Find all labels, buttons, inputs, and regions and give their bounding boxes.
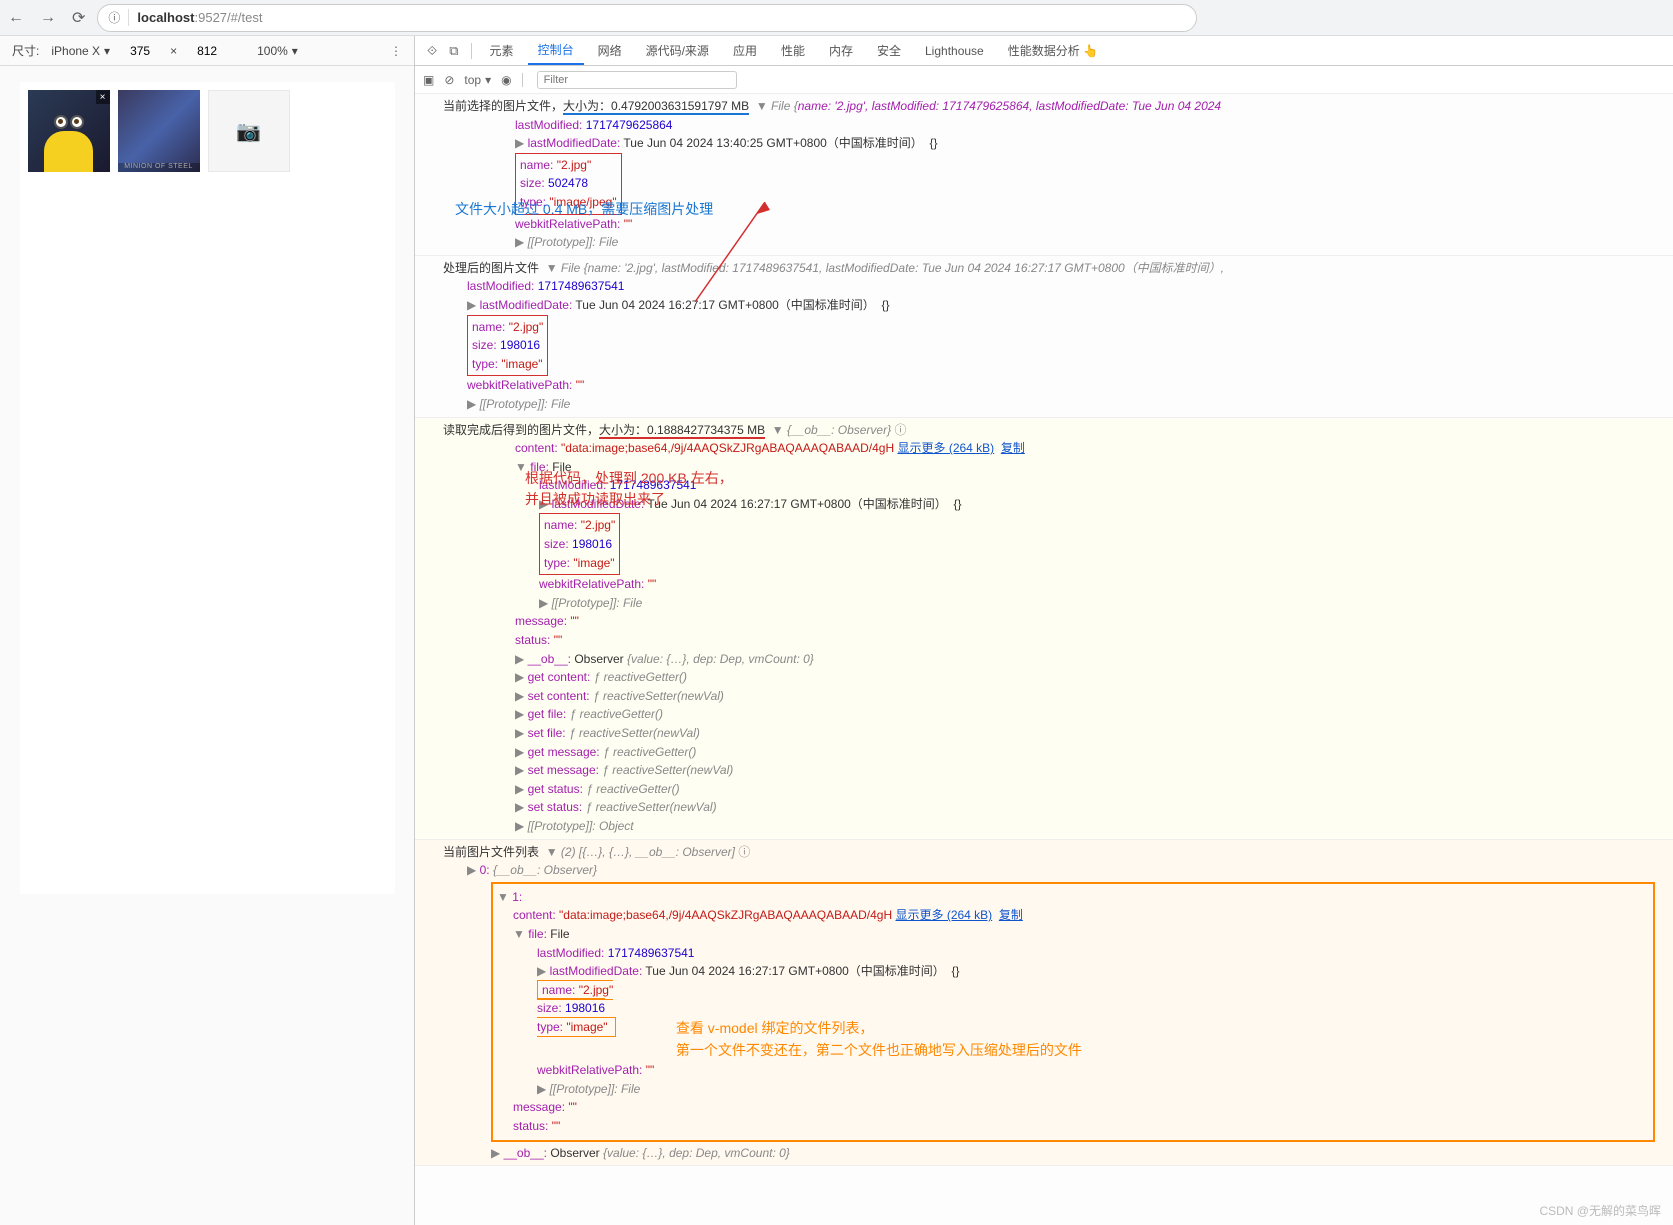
context-select[interactable]: top ▾ [464,73,491,87]
inspect-icon[interactable]: ⟐ [423,43,441,59]
tab-performance[interactable]: 性能 [771,36,815,65]
annotation-blue: 文件大小超过 0.4 MB，需要压缩图片处理 [455,199,713,221]
more-icon[interactable]: ⋮ [390,44,402,58]
tab-security[interactable]: 安全 [867,36,911,65]
height-input[interactable] [189,44,225,58]
close-icon[interactable]: × [96,90,110,104]
clear-console-icon[interactable]: ⊘ [444,73,454,87]
red-box-file-compressed: name: "2.jpg" size: 198016 type: "image" [467,315,548,377]
forward-icon[interactable]: → [40,9,56,27]
tab-network[interactable]: 网络 [588,36,632,65]
tab-application[interactable]: 应用 [723,36,767,65]
device-preview-panel: 尺寸: iPhone X▾ × 100%▾ ⋮ × MINION OF STEE… [0,36,415,1225]
devtools-panel: ⟐ ⧉ 元素 控制台 网络 源代码/来源 应用 性能 内存 安全 Lightho… [415,36,1673,1225]
image-thumb-2[interactable]: MINION OF STEEL [118,90,200,172]
filter-input[interactable] [537,71,737,89]
url-bar[interactable]: ⓘ localhost:9527/#/test [97,4,1197,32]
watermark: CSDN @无解的菜鸟晖 [1539,1202,1661,1219]
zoom-select[interactable]: 100%▾ [257,44,298,58]
annotation-red: 根据代码，处理到 200 KB 左右，并且被成功读取出来了 [525,468,733,511]
console-log-4[interactable]: 当前图片文件列表 ▼ (2) [{…}, {…}, __ob__: Observ… [415,840,1673,1167]
back-icon[interactable]: ← [8,9,24,27]
tab-lighthouse[interactable]: Lighthouse [915,36,994,65]
size-highlight-blue: 大小为：0.4792003631591797 MB [563,99,749,115]
size-highlight-red: 大小为：0.1888427734375 MB [599,423,765,439]
device-toolbar: 尺寸: iPhone X▾ × 100%▾ ⋮ [0,36,414,66]
console-log-2[interactable]: 处理后的图片文件 ▼ File {name: '2.jpg', lastModi… [415,256,1673,418]
upload-placeholder[interactable]: 📷 [208,90,290,172]
eye-icon[interactable]: ◉ [501,73,511,87]
phone-viewport: × MINION OF STEEL 📷 [20,82,395,894]
tab-elements[interactable]: 元素 [480,36,524,65]
devtools-tabs: ⟐ ⧉ 元素 控制台 网络 源代码/来源 应用 性能 内存 安全 Lightho… [415,36,1673,66]
url-text: localhost:9527/#/test [137,10,262,25]
image-thumb-1[interactable]: × [28,90,110,172]
console-filter-bar: ▣ ⊘ top ▾ ◉ [415,66,1673,94]
device-select[interactable]: iPhone X▾ [51,44,110,58]
tab-perf-insights[interactable]: 性能数据分析 👆 [998,36,1108,65]
camera-icon: 📷 [236,119,261,144]
browser-address-bar: ← → ⟳ ⓘ localhost:9527/#/test [0,0,1673,36]
annotation-orange: 查看 v-model 绑定的文件列表，第一个文件不变还在，第二个文件也正确地写入… [676,1018,1082,1061]
width-input[interactable] [122,44,158,58]
device-toggle-icon[interactable]: ⧉ [445,43,462,59]
tab-console[interactable]: 控制台 [528,36,584,65]
tab-memory[interactable]: 内存 [819,36,863,65]
red-box-file-read: name: "2.jpg" size: 198016 type: "image" [539,513,620,575]
console-log-1[interactable]: 当前选择的图片文件，大小为：0.4792003631591797 MB ▼ Fi… [415,94,1673,256]
orange-box-list-item: ▼ 1: content: "data:image;base64,/9j/4AA… [491,882,1655,1142]
tab-sources[interactable]: 源代码/来源 [636,36,719,65]
site-info-icon[interactable]: ⓘ [108,9,129,26]
console-output: 当前选择的图片文件，大小为：0.4792003631591797 MB ▼ Fi… [415,94,1673,1225]
sidebar-toggle-icon[interactable]: ▣ [423,73,434,87]
reload-icon[interactable]: ⟳ [72,8,85,28]
console-log-3[interactable]: 读取完成后得到的图片文件，大小为：0.1888427734375 MB ▼ {_… [415,418,1673,840]
orange-box-file: name: "2.jpg" size: 198016 type: "image" [537,980,616,1037]
dimensions-label: 尺寸: [12,42,39,59]
